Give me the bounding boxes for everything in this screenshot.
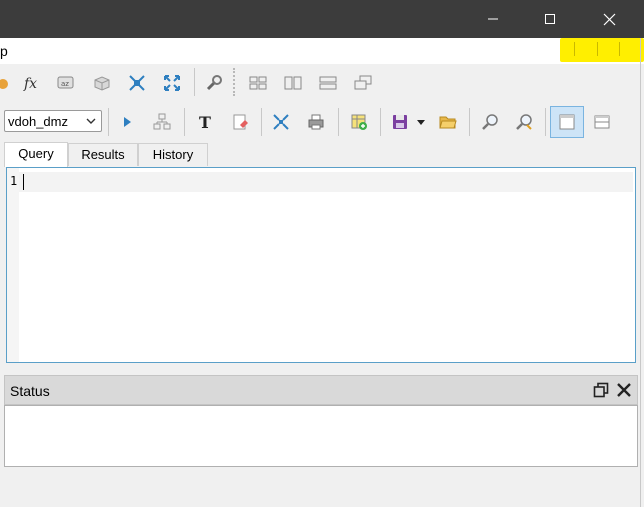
toolbar-button-table[interactable] xyxy=(89,70,115,96)
find-button[interactable] xyxy=(477,109,503,135)
toolbar-button-tile-vertical[interactable] xyxy=(280,70,306,96)
toolbar-button-star[interactable] xyxy=(0,70,18,96)
maximize-icon xyxy=(545,14,555,24)
collapse-icon xyxy=(129,75,145,91)
svg-text:fx: fx xyxy=(23,76,37,91)
status-restore-button[interactable] xyxy=(590,378,612,402)
expand-icon xyxy=(164,75,180,91)
tab-history[interactable]: History xyxy=(138,143,208,166)
open-button[interactable] xyxy=(435,109,461,135)
toolbar-button-cascade[interactable] xyxy=(350,70,376,96)
current-line-highlight xyxy=(19,172,633,192)
query-toolbar: T xyxy=(0,104,644,140)
add-table-button[interactable] xyxy=(346,109,372,135)
format-text-button[interactable]: T xyxy=(192,109,218,135)
minimize-button[interactable] xyxy=(470,0,516,38)
function-icon: fx xyxy=(23,76,37,91)
save-button[interactable] xyxy=(387,109,413,135)
print-button[interactable] xyxy=(303,109,329,135)
save-icon xyxy=(393,115,407,129)
split-horizontal-icon xyxy=(594,115,610,129)
explain-button[interactable] xyxy=(149,109,175,135)
eraser-icon xyxy=(233,114,248,130)
query-editor[interactable]: 1 xyxy=(6,167,636,363)
line-number-gutter xyxy=(7,168,19,362)
svg-text:T: T xyxy=(199,113,211,131)
close-panel-icon xyxy=(617,383,631,397)
menu-item-partial[interactable]: p xyxy=(0,43,8,59)
text-caret xyxy=(23,174,24,190)
status-panel-header: Status xyxy=(4,375,638,405)
status-close-button[interactable] xyxy=(613,378,635,402)
print-icon xyxy=(308,114,324,130)
title-bar xyxy=(0,0,644,38)
find-next-button[interactable] xyxy=(511,109,537,135)
minimize-icon xyxy=(488,18,498,20)
tile-horizontal-icon xyxy=(319,76,337,90)
save-dropdown-button[interactable] xyxy=(411,109,431,135)
line-number: 1 xyxy=(10,174,18,188)
clear-button[interactable] xyxy=(227,109,253,135)
toolbar-button-tile-grid[interactable] xyxy=(245,70,271,96)
find-next-icon xyxy=(516,114,532,130)
toolbar-button-sort[interactable]: az xyxy=(53,70,79,96)
close-icon xyxy=(603,13,615,25)
tile-vertical-icon xyxy=(284,76,302,90)
execute-icon xyxy=(124,117,131,127)
explain-icon xyxy=(153,113,171,130)
cascade-icon xyxy=(354,75,372,90)
split-vertical-button[interactable] xyxy=(550,106,584,138)
sort-icon: az xyxy=(57,76,74,89)
toolbar-button-function[interactable]: fx xyxy=(19,70,45,96)
status-panel-title: Status xyxy=(10,383,50,399)
expand-all-icon xyxy=(273,114,289,130)
find-icon xyxy=(482,114,498,130)
execute-button[interactable] xyxy=(114,109,140,135)
open-folder-icon xyxy=(439,116,457,129)
text-format-icon: T xyxy=(199,113,211,131)
toolbar-button-tile-horizontal[interactable] xyxy=(315,70,341,96)
maximize-button[interactable] xyxy=(527,0,573,38)
tab-results[interactable]: Results xyxy=(68,143,138,166)
window-edge xyxy=(640,38,641,507)
menu-bar: p xyxy=(0,38,644,64)
split-vertical-icon xyxy=(559,114,575,130)
expand-all-button[interactable] xyxy=(268,109,294,135)
tile-grid-icon xyxy=(249,76,267,90)
restore-icon xyxy=(593,382,609,398)
table-icon xyxy=(94,76,110,91)
dropdown-arrow-icon xyxy=(417,120,425,125)
toolbar-button-collapse[interactable] xyxy=(124,70,150,96)
highlight-marker xyxy=(560,38,644,62)
svg-text:az: az xyxy=(61,80,69,88)
add-table-icon xyxy=(351,114,367,130)
star-icon xyxy=(0,79,8,89)
close-button[interactable] xyxy=(586,0,632,38)
toolbar-button-settings[interactable] xyxy=(201,70,227,96)
wrench-icon xyxy=(206,75,222,91)
status-panel-body xyxy=(4,405,638,467)
toolbar-button-expand[interactable] xyxy=(159,70,185,96)
tab-query[interactable]: Query xyxy=(4,142,68,167)
main-toolbar: fx az xyxy=(0,66,644,100)
split-horizontal-button[interactable] xyxy=(589,109,615,135)
